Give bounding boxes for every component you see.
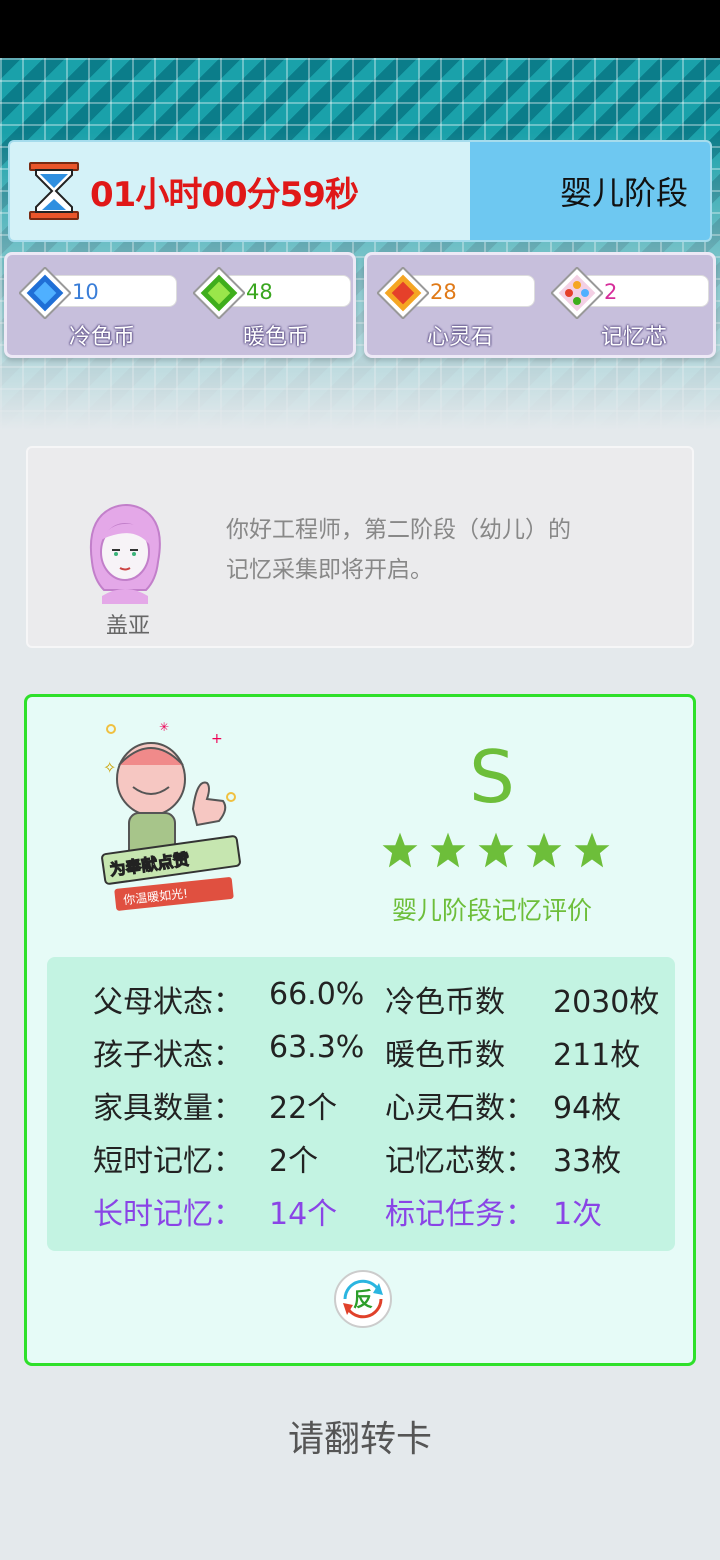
stat-label: 父母状态： [93, 985, 243, 1020]
stat-value: 2个 [269, 1144, 319, 1179]
stat-memory-chips: 记忆芯数： 33枚 [385, 1136, 621, 1180]
stat-value: 94枚 [553, 1091, 622, 1126]
stats-table: 父母状态： 66.0% 孩子状态： 63.3% 家具数量： 22个 短时记忆： … [47, 957, 675, 1251]
stat-furniture-count: 家具数量： 22个 [93, 1083, 337, 1127]
stat-child-status: 孩子状态： 63.3% [93, 1030, 364, 1074]
dialogue-line: 记忆采集即将开启。 [226, 557, 433, 583]
stat-value: 14个 [269, 1197, 338, 1232]
stage-label: 婴儿阶段 [559, 174, 688, 212]
currency-label: 心灵石 [427, 325, 494, 350]
currency-value: 28 [430, 280, 457, 304]
stat-label: 记忆芯数： [385, 1144, 535, 1179]
thumbs-up-mascot-image: ✳ + ✧ 为奉献点赞 你温暖如光! [101, 720, 241, 911]
reverse-button-label: 反 [353, 1287, 373, 1311]
grade-letter: S [469, 735, 515, 819]
tile-background [0, 58, 720, 430]
star-rating [381, 831, 611, 877]
stat-warm-coins: 暖色币数 211枚 [385, 1030, 640, 1074]
green-gem-icon [193, 267, 245, 319]
stat-parent-status: 父母状态： 66.0% [93, 977, 364, 1021]
countdown-timer: 01小时00分59秒 [90, 174, 359, 215]
currency-label: 冷色币 [69, 325, 136, 350]
status-bar [0, 0, 720, 58]
result-card[interactable]: ✳ + ✧ 为奉献点赞 你温暖如光! S 婴儿阶段记忆评价 父母状态： 66.0… [24, 694, 696, 1366]
stat-short-term-memory: 短时记忆： 2个 [93, 1136, 318, 1180]
currency-warm: 48 暖色币 [193, 265, 353, 350]
stat-value: 211枚 [553, 1038, 641, 1073]
star-icon [526, 832, 562, 868]
star-icon [382, 832, 418, 868]
star-icon [574, 832, 610, 868]
hourglass-icon [29, 162, 79, 220]
stat-marked-tasks: 标记任务： 1次 [385, 1189, 602, 1233]
stat-label: 心灵石数： [385, 1091, 535, 1126]
svg-text:+: + [211, 731, 223, 747]
stat-label: 短时记忆： [93, 1144, 243, 1179]
timer-section: 01小时00分59秒 [10, 142, 470, 240]
dialogue-line: 你好工程师，第二阶段（幼儿）的 [226, 517, 571, 543]
stat-value: 33枚 [553, 1144, 622, 1179]
currency-value: 48 [246, 280, 273, 304]
currency-panel-left: 10 冷色币 48 暖色币 [4, 252, 356, 358]
star-icon [430, 832, 466, 868]
currency-memorychip: 2 记忆芯 [551, 265, 711, 350]
dialogue-text: 你好工程师，第二阶段（幼儿）的 记忆采集即将开启。 [226, 510, 656, 590]
stat-value: 2030枚 [553, 985, 660, 1020]
stat-label: 家具数量： [93, 1091, 243, 1126]
currency-cold: 10 冷色币 [19, 265, 179, 350]
stat-value: 22个 [269, 1091, 338, 1126]
currency-value: 2 [604, 280, 618, 304]
currency-label: 记忆芯 [601, 325, 668, 350]
stat-value: 1次 [553, 1197, 603, 1232]
blue-gem-icon [19, 267, 71, 319]
currency-value: 10 [72, 280, 99, 304]
stat-cold-coins: 冷色币数 2030枚 [385, 977, 659, 1021]
currency-label: 暖色币 [243, 325, 310, 350]
gaia-avatar [89, 504, 161, 604]
currency-mindstone: 28 心灵石 [377, 265, 537, 350]
stat-label: 长时记忆： [93, 1197, 243, 1232]
star-icon [478, 832, 514, 868]
stat-label: 冷色币数 [385, 985, 505, 1020]
stage-label-box: 婴儿阶段 [470, 142, 710, 240]
speaker-name: 盖亚 [105, 614, 150, 639]
evaluation-label: 婴儿阶段记忆评价 [391, 896, 592, 925]
stat-mindstones: 心灵石数： 94枚 [385, 1083, 621, 1127]
flip-card-hint: 请翻转卡 [287, 1419, 432, 1460]
svg-text:✳: ✳ [159, 720, 169, 734]
stat-label: 孩子状态： [93, 1038, 243, 1073]
reverse-button[interactable]: 反 [333, 1269, 393, 1329]
stat-label: 暖色币数 [385, 1038, 505, 1073]
dialogue-card: 盖亚 你好工程师，第二阶段（幼儿）的 记忆采集即将开启。 [26, 446, 694, 648]
stat-value: 66.0% [269, 977, 365, 1012]
stat-label: 标记任务： [385, 1197, 535, 1232]
stat-long-term-memory: 长时记忆： 14个 [93, 1189, 337, 1233]
currency-panel-right: 28 心灵石 2 记忆芯 [364, 252, 716, 358]
svg-text:✧: ✧ [103, 758, 116, 777]
stat-value: 63.3% [269, 1030, 365, 1065]
rainbow-gem-icon [551, 267, 603, 319]
timer-bar: 01小时00分59秒 婴儿阶段 [8, 140, 712, 242]
orange-gem-icon [377, 267, 429, 319]
